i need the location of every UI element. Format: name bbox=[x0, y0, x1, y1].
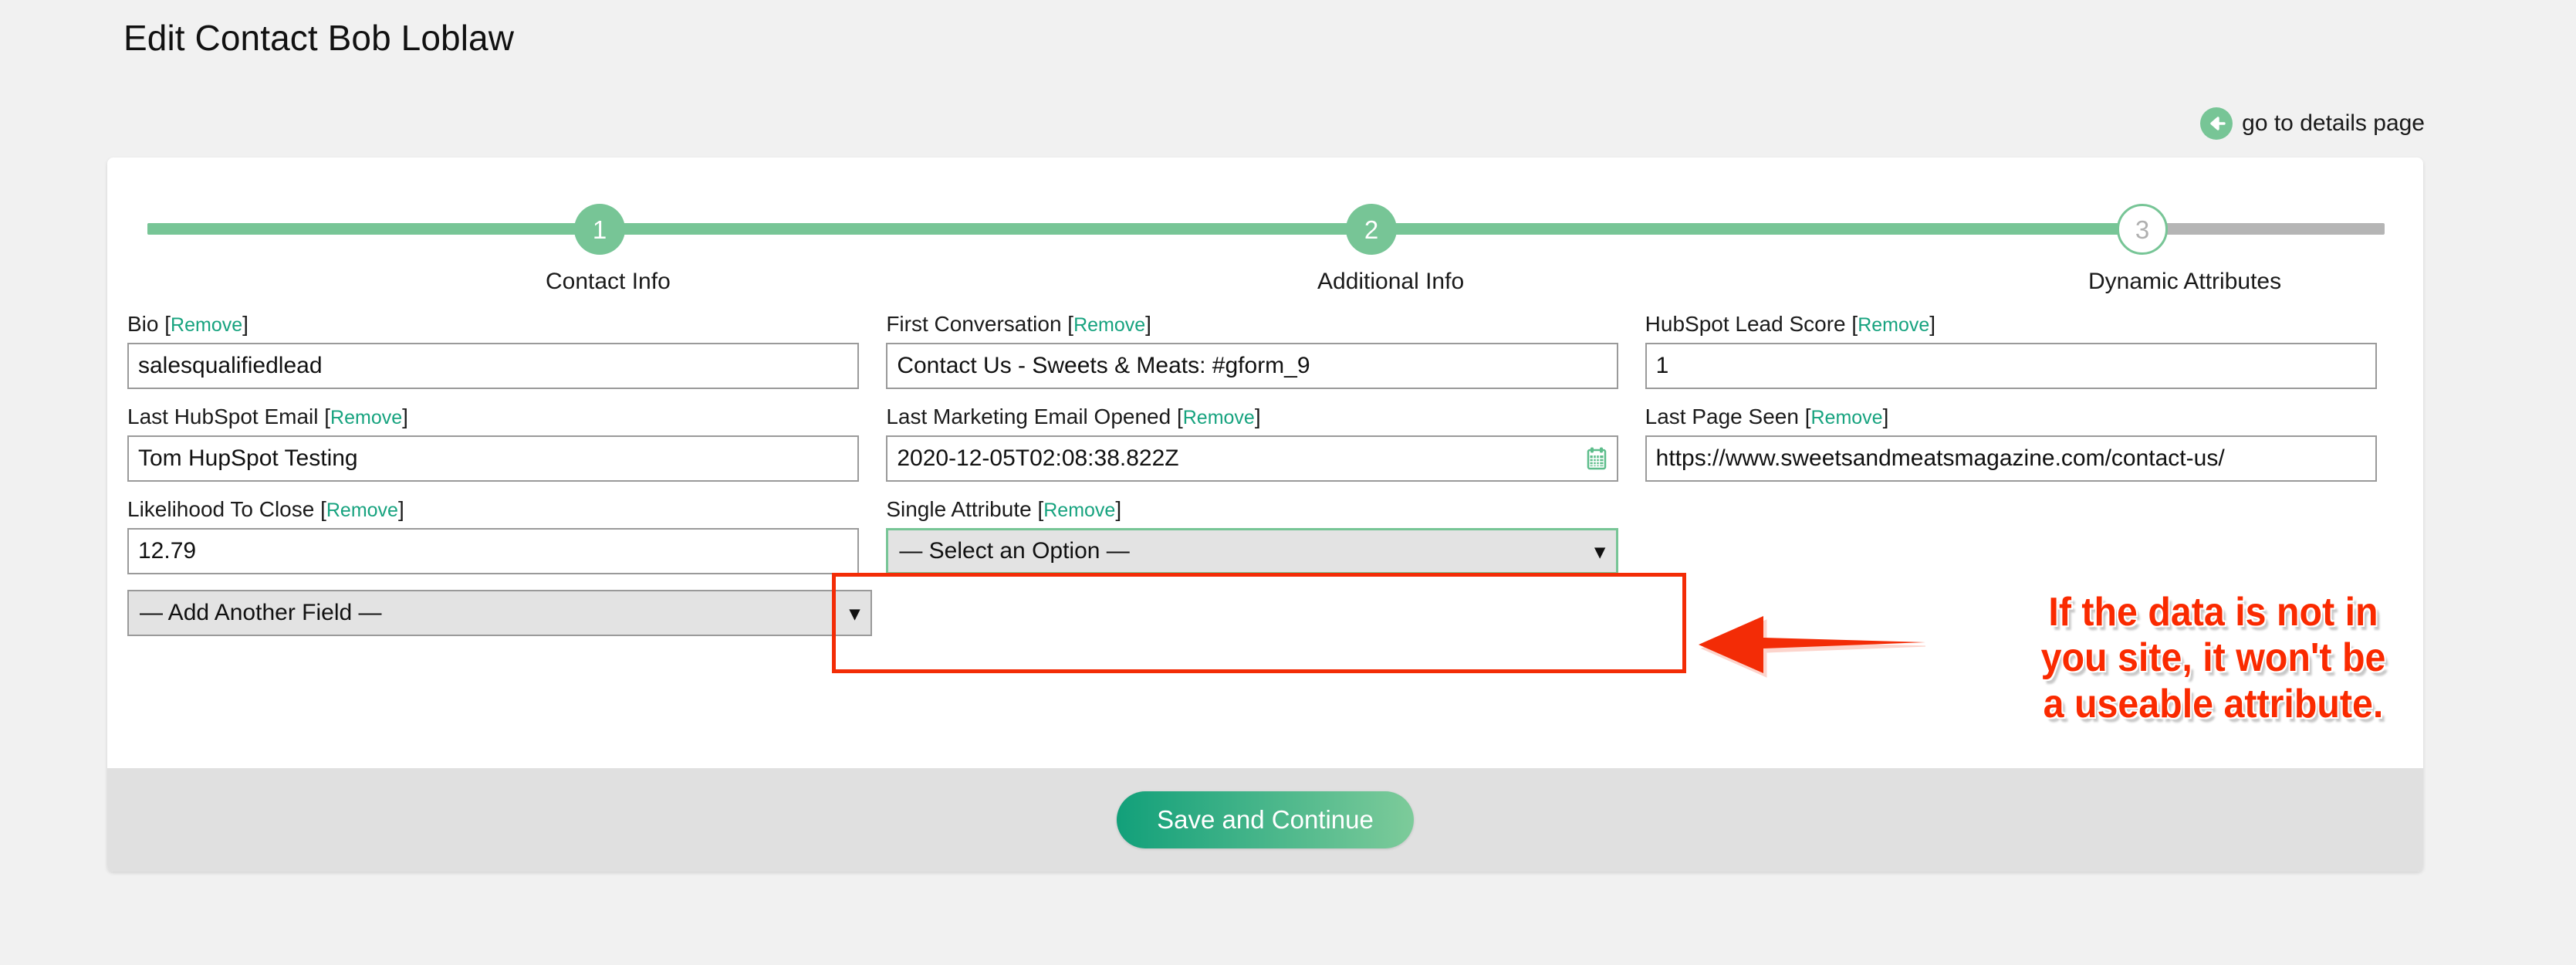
edit-contact-card: 1 Contact Info 2 Additional Info 3 Dynam… bbox=[107, 157, 2423, 872]
stepper-step-2-label: Additional Info bbox=[1317, 269, 1465, 294]
field-last-marketing-email-opened: Last Marketing Email Opened [Remove] bbox=[886, 405, 1645, 482]
field-first-conversation-input-wrap bbox=[886, 343, 1618, 389]
arrow-left-circle-icon bbox=[2200, 107, 2233, 140]
field-bio: Bio [Remove] bbox=[127, 312, 886, 389]
bracket-open: [ bbox=[324, 405, 331, 428]
chevron-down-icon: ▾ bbox=[849, 601, 860, 625]
field-hubspot-lead-score: HubSpot Lead Score [Remove] bbox=[1645, 312, 2404, 389]
remove-link-single-attribute[interactable]: Remove bbox=[1043, 499, 1115, 521]
bio-input[interactable] bbox=[127, 343, 860, 389]
bracket-open: [ bbox=[320, 497, 326, 521]
field-bio-label-text: Bio bbox=[127, 312, 159, 336]
field-single-attribute-label: Single Attribute [Remove] bbox=[886, 497, 1618, 522]
field-hubspot-lead-score-label: HubSpot Lead Score [Remove] bbox=[1645, 312, 2377, 337]
field-row: Bio [Remove] First Conversation [Remove] bbox=[127, 312, 2404, 389]
bracket-close: ] bbox=[1882, 405, 1889, 428]
field-bio-input-wrap bbox=[127, 343, 860, 389]
field-last-marketing-email-opened-label: Last Marketing Email Opened [Remove] bbox=[886, 405, 1618, 429]
field-likelihood-to-close: Likelihood To Close [Remove] bbox=[127, 497, 886, 574]
bracket-open: [ bbox=[164, 312, 171, 336]
likelihood-to-close-input[interactable] bbox=[127, 528, 860, 574]
card-footer: Save and Continue bbox=[107, 768, 2423, 872]
remove-link-bio[interactable]: Remove bbox=[171, 314, 242, 336]
field-last-hubspot-email-input-wrap bbox=[127, 435, 860, 482]
last-page-seen-input[interactable] bbox=[1645, 435, 2377, 482]
field-last-hubspot-email-label-text: Last HubSpot Email bbox=[127, 405, 319, 428]
stepper-track-filled bbox=[147, 223, 2142, 235]
annotation-line-1: If the data is not in bbox=[2048, 590, 2378, 635]
field-last-page-seen-label-text: Last Page Seen bbox=[1645, 405, 1799, 428]
go-to-details-page-label: go to details page bbox=[2242, 110, 2425, 136]
remove-link-last-hubspot-email[interactable]: Remove bbox=[330, 407, 402, 428]
field-last-marketing-email-opened-input-wrap bbox=[886, 435, 1618, 482]
add-another-field-value: — Add Another Field — bbox=[140, 600, 382, 625]
stepper-step-1-number: 1 bbox=[574, 204, 625, 255]
field-single-attribute-label-text: Single Attribute bbox=[886, 497, 1032, 521]
field-last-page-seen: Last Page Seen [Remove] bbox=[1645, 405, 2404, 482]
bracket-open: [ bbox=[1804, 405, 1811, 428]
field-first-conversation-label: First Conversation [Remove] bbox=[886, 312, 1618, 337]
stepper-step-3-number: 3 bbox=[2117, 204, 2168, 255]
bracket-close: ] bbox=[402, 405, 408, 428]
field-likelihood-to-close-input-wrap bbox=[127, 528, 860, 574]
bracket-open: [ bbox=[1176, 405, 1183, 428]
field-first-conversation-label-text: First Conversation bbox=[886, 312, 1062, 336]
field-bio-label: Bio [Remove] bbox=[127, 312, 859, 337]
field-row: Last HubSpot Email [Remove] Last Marketi… bbox=[127, 405, 2404, 482]
chevron-down-icon: ▾ bbox=[1594, 539, 1605, 563]
dynamic-attributes-form: Bio [Remove] First Conversation [Remove] bbox=[127, 312, 2404, 636]
arrow-left-annotation-icon bbox=[1694, 610, 1929, 683]
annotation-line-2: you site, it won't be bbox=[2040, 635, 2386, 681]
stepper-step-dynamic-attributes[interactable]: 3 Dynamic Attributes bbox=[2088, 204, 2282, 295]
bracket-close: ] bbox=[1145, 312, 1151, 336]
remove-link-likelihood-to-close[interactable]: Remove bbox=[326, 499, 398, 521]
bracket-close: ] bbox=[397, 497, 404, 521]
remove-link-last-page-seen[interactable]: Remove bbox=[1811, 407, 1883, 428]
page-title: Edit Contact Bob Loblaw bbox=[123, 18, 515, 58]
field-first-conversation: First Conversation [Remove] bbox=[886, 312, 1645, 389]
hubspot-lead-score-input[interactable] bbox=[1645, 343, 2377, 389]
field-empty-placeholder bbox=[1645, 497, 2404, 574]
annotation-text: If the data is not in you site, it won't… bbox=[1969, 590, 2457, 727]
bracket-close: ] bbox=[1115, 497, 1122, 521]
first-conversation-input[interactable] bbox=[886, 343, 1618, 389]
last-hubspot-email-input[interactable] bbox=[127, 435, 860, 482]
add-another-field-wrap: — Add Another Field — ▾ bbox=[127, 590, 899, 636]
stepper-step-1-label: Contact Info bbox=[546, 269, 671, 294]
field-last-hubspot-email-label: Last HubSpot Email [Remove] bbox=[127, 405, 859, 429]
annotation-line-3: a useable attribute. bbox=[2043, 681, 2384, 726]
last-marketing-email-opened-input[interactable] bbox=[886, 435, 1618, 482]
field-hubspot-lead-score-label-text: HubSpot Lead Score bbox=[1645, 312, 1846, 336]
save-and-continue-button[interactable]: Save and Continue bbox=[1117, 791, 1414, 848]
wizard-stepper: 1 Contact Info 2 Additional Info 3 Dynam… bbox=[107, 157, 2423, 312]
field-single-attribute: Single Attribute [Remove] — Select an Op… bbox=[886, 497, 1645, 574]
calendar-icon[interactable] bbox=[1586, 447, 1607, 470]
field-last-marketing-email-opened-label-text: Last Marketing Email Opened bbox=[886, 405, 1171, 428]
bracket-close: ] bbox=[1254, 405, 1261, 428]
go-to-details-page-link[interactable]: go to details page bbox=[2200, 107, 2425, 140]
bracket-open: [ bbox=[1067, 312, 1074, 336]
field-likelihood-to-close-label-text: Likelihood To Close bbox=[127, 497, 315, 521]
field-row: Likelihood To Close [Remove] Single Attr… bbox=[127, 497, 2404, 574]
single-attribute-select-value: — Select an Option — bbox=[899, 538, 1130, 564]
add-another-field-select[interactable]: — Add Another Field — ▾ bbox=[127, 590, 872, 636]
field-likelihood-to-close-label: Likelihood To Close [Remove] bbox=[127, 497, 859, 522]
field-last-page-seen-label: Last Page Seen [Remove] bbox=[1645, 405, 2377, 429]
stepper-step-3-label: Dynamic Attributes bbox=[2088, 269, 2282, 294]
remove-link-hubspot-lead-score[interactable]: Remove bbox=[1858, 314, 1929, 336]
field-hubspot-lead-score-input-wrap bbox=[1645, 343, 2377, 389]
stepper-step-additional-info[interactable]: 2 Additional Info bbox=[1317, 204, 1465, 295]
bracket-close: ] bbox=[242, 312, 248, 336]
remove-link-last-marketing-email-opened[interactable]: Remove bbox=[1183, 407, 1255, 428]
remove-link-first-conversation[interactable]: Remove bbox=[1073, 314, 1145, 336]
field-last-page-seen-input-wrap bbox=[1645, 435, 2377, 482]
stepper-step-2-number: 2 bbox=[1346, 204, 1397, 255]
stepper-step-contact-info[interactable]: 1 Contact Info bbox=[546, 204, 671, 295]
single-attribute-select[interactable]: — Select an Option — ▾ bbox=[886, 528, 1618, 574]
field-last-hubspot-email: Last HubSpot Email [Remove] bbox=[127, 405, 886, 482]
bracket-close: ] bbox=[1929, 312, 1936, 336]
